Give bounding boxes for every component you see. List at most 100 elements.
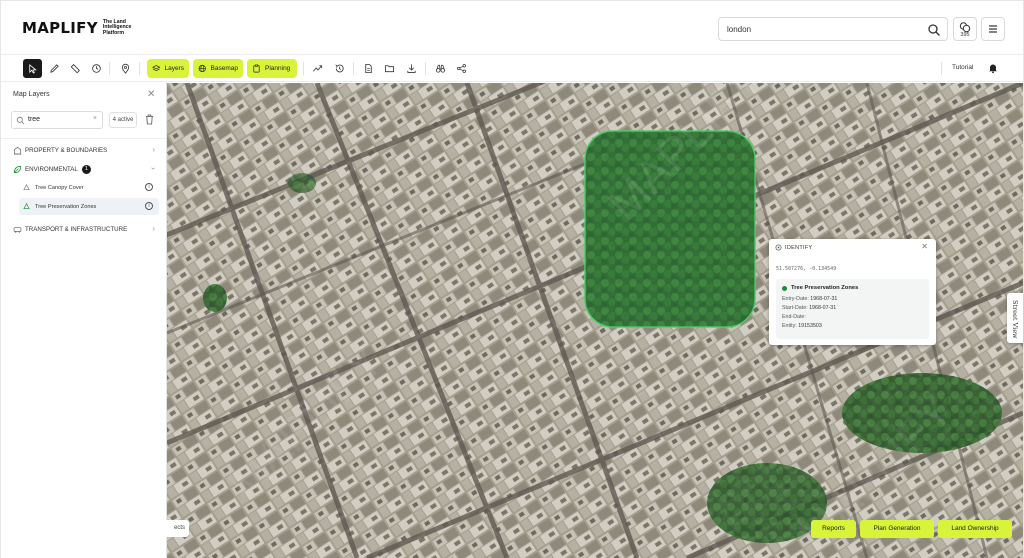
basemap-label: Basemap [210,65,238,72]
row-value: 1968-07-31 [809,305,837,311]
result-row-entry-date: Entry-Date: 1968-07-31 [782,296,837,302]
open-folder-tool[interactable] [380,59,399,78]
file-icon [365,63,372,74]
toolbar-divider [303,62,304,75]
close-icon[interactable]: ✕ [921,242,928,251]
info-icon[interactable]: i [145,202,153,210]
measure-tool[interactable] [66,59,85,78]
menu-button[interactable] [981,17,1005,41]
radius-tool[interactable] [87,59,106,78]
building-icon [13,146,22,154]
leaf-icon [13,165,22,173]
crosshair-icon [775,244,782,251]
layer-color-dot [782,285,787,291]
identify-popup: IDENTIFY ✕ 51.507276, -0.134549 Tree Pre… [769,239,936,345]
layers-icon [152,65,161,72]
pencil-icon [50,64,59,73]
street-view-tab[interactable]: Street View [1007,293,1023,343]
logo-tagline: The Land Intelligence Platform [102,18,132,36]
chevron-right-icon: › [152,224,155,233]
identify-title: IDENTIFY [785,244,813,251]
layer-item-label: Tree Preservation Zones [35,203,97,210]
category-label: PROPERTY & BOUNDARIES [25,146,108,154]
reports-label: Reports [822,525,845,532]
map-pin-icon [121,63,130,74]
clipboard-icon [253,64,260,73]
logo-word: MAPLIFY [22,19,98,37]
result-layer-name: Tree Preservation Zones [782,285,858,291]
layers-label: Layers [164,65,184,72]
category-property-boundaries[interactable]: PROPERTY & BOUNDARIES › [13,143,155,157]
land-ownership-button[interactable]: Land Ownership [938,520,1012,538]
map-layers-panel: Map Layers ✕ tree × 4 active PROPERTY & … [1,82,167,558]
header: MAPLIFY The Land Intelligence Platform 3… [1,1,1023,55]
tree-icon [23,184,30,190]
projects-label: ects [173,525,185,531]
folder-icon [384,65,395,73]
street-view-label: Street View [1011,300,1019,339]
app-window: MAPLIFY The Land Intelligence Platform 3… [0,0,1024,558]
identify-result-card: Tree Preservation Zones Entry-Date: 1968… [776,279,929,339]
search-icon [16,116,25,125]
cursor-icon [29,63,37,74]
basemap-button[interactable]: Basemap [193,59,243,78]
binoculars-icon [435,64,446,73]
layer-search-query: tree [28,116,41,123]
pin-tool[interactable] [116,59,135,78]
close-icon[interactable]: ✕ [147,89,155,100]
reports-button[interactable]: Reports [811,520,856,538]
analytics-tool[interactable] [308,59,327,78]
planning-label: Planning [265,65,291,72]
history-tool[interactable] [330,59,349,78]
category-environmental[interactable]: ENVIRONMENTAL 1 › [13,162,158,176]
category-label: TRANSPORT & INFRASTRUCTURE [25,225,128,233]
clear-search-icon[interactable]: × [93,115,97,122]
layer-search-field[interactable]: tree × [11,111,103,129]
category-transport-infrastructure[interactable]: TRANSPORT & INFRASTRUCTURE › [13,222,155,236]
identify-header: IDENTIFY [775,244,812,251]
plan-generation-button[interactable]: Plan Generation [860,520,934,538]
ruler-icon [70,64,80,74]
logo[interactable]: MAPLIFY The Land Intelligence Platform [22,19,137,37]
share-tool[interactable] [452,59,471,78]
location-search [718,17,948,41]
bus-icon [13,226,22,233]
projects-tab[interactable]: ects [156,520,189,537]
new-file-tool[interactable] [359,59,378,78]
draw-tool[interactable] [45,59,64,78]
history-icon [335,64,344,73]
row-value: 1968-07-31 [810,296,838,302]
clock-icon [92,64,101,73]
download-icon [407,64,416,73]
toolbar-divider [139,62,140,75]
trash-icon[interactable] [145,114,154,125]
bell-icon[interactable] [987,62,999,74]
panel-divider [1,138,166,139]
tree-icon [23,203,30,209]
toolbar: Layers Basemap Planning Tutorial [1,55,1023,82]
layer-item-tree-preservation-zones[interactable]: Tree Preservation Zones i [19,198,159,215]
toolbar-divider [425,62,426,75]
trend-line-icon [313,65,323,72]
toolbar-divider [941,62,942,75]
layer-item-label: Tree Canopy Cover [35,184,84,191]
compare-tool[interactable] [431,59,450,78]
location-search-input[interactable] [727,22,917,37]
row-label: Entity: [782,323,797,329]
category-count-badge: 1 [81,164,91,174]
select-tool[interactable] [23,59,42,78]
download-tool[interactable] [402,59,421,78]
tutorial-link[interactable]: Tutorial [952,64,973,71]
layer-item-tree-canopy-cover[interactable]: Tree Canopy Cover i [19,179,159,196]
globe-icon [198,64,206,73]
credits-button[interactable]: 395 [953,17,977,41]
identify-coordinates: 51.507276, -0.134549 [776,266,837,272]
result-row-start-date: Start-Date: 1968-07-31 [782,305,836,311]
layers-button[interactable]: Layers [147,59,189,78]
row-label: Start-Date: [782,305,808,311]
info-icon[interactable]: i [145,183,153,191]
search-icon[interactable] [927,23,941,37]
result-row-entity: Entity: 19153503 [782,323,822,329]
planning-button[interactable]: Planning [247,59,297,78]
toolbar-divider [353,62,354,75]
